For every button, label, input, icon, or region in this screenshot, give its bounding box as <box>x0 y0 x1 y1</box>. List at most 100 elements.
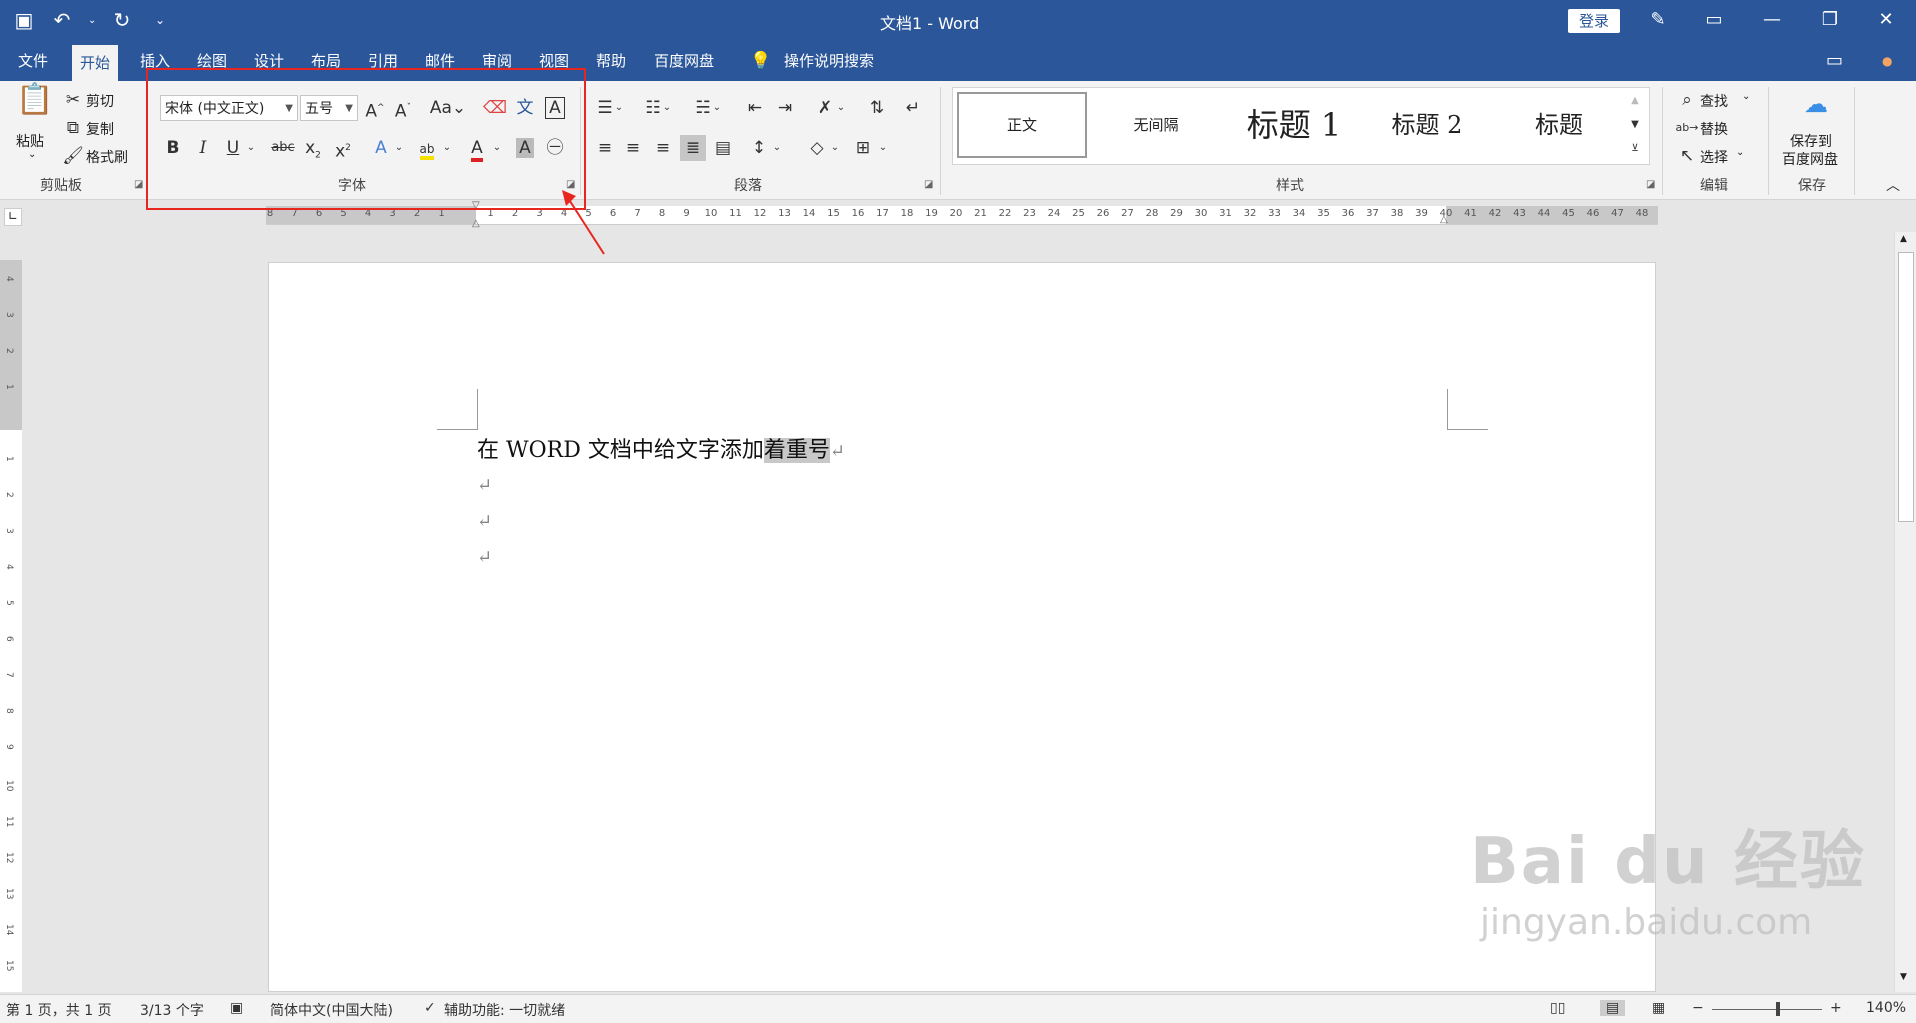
tab-baidu-netdisk[interactable]: 百度网盘 <box>646 41 722 81</box>
tab-help[interactable]: 帮助 <box>588 41 634 81</box>
tab-insert[interactable]: 插入 <box>132 41 178 81</box>
comments-icon[interactable]: ▭ <box>1818 41 1851 81</box>
line-spacing-dropdown-icon[interactable]: ⌄ <box>770 135 784 161</box>
paste-button[interactable]: 粘贴 <box>16 131 44 151</box>
paste-dropdown-icon[interactable]: ⌄ <box>28 149 36 160</box>
save-to-netdisk-line2[interactable]: 百度网盘 <box>1782 149 1838 169</box>
document-empty-line[interactable]: ↵ <box>477 472 492 497</box>
font-size-combo[interactable]: 五号 ▼ <box>300 95 358 121</box>
paragraph-launcher-icon[interactable]: ◪ <box>924 179 933 190</box>
style-normal[interactable]: 正文 <box>957 92 1087 158</box>
font-color-dropdown-icon[interactable]: ⌄ <box>490 135 504 161</box>
print-layout-icon[interactable]: ▤ <box>1600 1000 1626 1016</box>
right-indent-handle[interactable]: △ <box>1440 214 1448 225</box>
copy-button[interactable]: 复制 <box>86 119 114 139</box>
borders-dropdown-icon[interactable]: ⌄ <box>876 135 890 161</box>
phonetic-guide-icon[interactable]: 文 <box>512 95 538 121</box>
style-title[interactable]: 标题 <box>1497 92 1621 158</box>
styles-scroll-up-icon[interactable]: ▲ <box>1623 88 1647 112</box>
document-empty-line[interactable]: ↵ <box>477 544 492 569</box>
change-case-icon[interactable]: Aa⌄ <box>428 95 468 121</box>
coauthor-icon[interactable]: ✎ <box>1638 6 1678 34</box>
paste-icon[interactable]: 📋 <box>16 85 53 127</box>
decrease-indent-icon[interactable]: ⇤ <box>742 95 768 121</box>
tab-mailings[interactable]: 邮件 <box>417 41 463 81</box>
zoom-slider[interactable] <box>1712 1009 1822 1010</box>
undo-dropdown-icon[interactable]: ⌄ <box>88 15 96 26</box>
clipboard-launcher-icon[interactable]: ◪ <box>134 179 143 190</box>
text-effects-icon[interactable]: A <box>368 135 394 161</box>
styles-launcher-icon[interactable]: ◪ <box>1646 179 1655 190</box>
find-icon[interactable]: ⌕ <box>1674 87 1700 113</box>
align-right-icon[interactable]: ≡ <box>650 135 676 161</box>
proofing-icon[interactable]: ▣ <box>230 1000 243 1016</box>
underline-dropdown-icon[interactable]: ⌄ <box>244 135 258 161</box>
bullets-dropdown-icon[interactable]: ⌄ <box>612 95 626 121</box>
highlight-dropdown-icon[interactable]: ⌄ <box>440 135 454 161</box>
page-count[interactable]: 第 1 页，共 1 页 <box>6 1000 112 1020</box>
enclose-characters-icon[interactable]: ㊀ <box>542 135 568 161</box>
justify-icon[interactable]: ≣ <box>680 135 706 161</box>
web-layout-icon[interactable]: ▦ <box>1652 1000 1665 1016</box>
styles-scroll-down-icon[interactable]: ▼ <box>1623 112 1647 136</box>
collapse-ribbon-icon[interactable]: ︿ <box>1880 173 1906 199</box>
clear-formatting-icon[interactable]: ⌫ <box>482 95 508 121</box>
tab-design[interactable]: 设计 <box>246 41 292 81</box>
select-icon[interactable]: ↖ <box>1674 143 1700 169</box>
highlight-color-icon[interactable]: ab <box>414 135 440 161</box>
tab-references[interactable]: 引用 <box>360 41 406 81</box>
replace-icon[interactable]: ab→ <box>1674 115 1700 141</box>
styles-more-icon[interactable]: ⊻ <box>1623 136 1647 160</box>
first-line-indent-handle[interactable]: ▽ <box>472 200 480 211</box>
character-shading-icon[interactable]: A <box>512 135 538 161</box>
redo-icon[interactable]: ↻ <box>110 8 134 32</box>
tab-draw[interactable]: 绘图 <box>189 41 235 81</box>
find-dropdown-icon[interactable]: ⌄ <box>1742 91 1750 102</box>
scroll-up-icon[interactable]: ▲ <box>1900 234 1907 244</box>
align-center-icon[interactable]: ≡ <box>620 135 646 161</box>
tab-view[interactable]: 视图 <box>531 41 577 81</box>
borders-icon[interactable]: ⊞ <box>850 135 876 161</box>
italic-icon[interactable]: I <box>190 135 216 161</box>
tell-me-search[interactable]: 💡 操作说明搜索 <box>742 41 882 81</box>
select-dropdown-icon[interactable]: ⌄ <box>1736 147 1744 158</box>
underline-icon[interactable]: U <box>220 135 246 161</box>
grow-font-icon[interactable]: A^ <box>362 95 388 122</box>
tab-layout[interactable]: 布局 <box>303 41 349 81</box>
shrink-font-icon[interactable]: Aˇ <box>390 95 416 122</box>
accessibility-status[interactable]: 辅助功能: 一切就绪 <box>444 1000 565 1020</box>
vertical-scrollbar[interactable]: ▲ ▼ <box>1894 232 1916 992</box>
scroll-thumb[interactable] <box>1898 252 1914 522</box>
tab-home[interactable]: 开始 <box>72 45 119 81</box>
vertical-ruler[interactable]: 4 3 2 1 1 2 3 4 5 6 7 8 9 10 11 12 13 14 15 <box>0 260 22 992</box>
strikethrough-icon[interactable]: abc <box>268 135 298 161</box>
tab-review[interactable]: 审阅 <box>474 41 520 81</box>
replace-button[interactable]: 替换 <box>1700 119 1728 139</box>
select-button[interactable]: 选择 <box>1700 147 1728 167</box>
show-marks-icon[interactable]: ↵ <box>900 95 926 121</box>
distributed-icon[interactable]: ▤ <box>710 135 736 161</box>
zoom-slider-thumb[interactable] <box>1776 1002 1780 1016</box>
cut-button[interactable]: 剪切 <box>86 91 114 111</box>
language-status[interactable]: 简体中文(中国大陆) <box>270 1000 393 1020</box>
font-name-combo[interactable]: 宋体 (中文正文) ▼ <box>160 95 298 121</box>
bold-icon[interactable]: B <box>160 135 186 161</box>
find-button[interactable]: 查找 <box>1700 91 1728 111</box>
subscript-icon[interactable]: x2 <box>300 135 326 161</box>
zoom-in-icon[interactable]: + <box>1830 1000 1842 1016</box>
chinese-layout-dropdown-icon[interactable]: ⌄ <box>834 95 848 121</box>
superscript-icon[interactable]: x2 <box>330 135 356 162</box>
line-spacing-icon[interactable]: ↕ <box>746 135 772 161</box>
style-no-spacing[interactable]: 无间隔 <box>1093 92 1219 158</box>
close-icon[interactable]: ✕ <box>1866 6 1906 34</box>
restore-icon[interactable]: ❐ <box>1810 6 1850 34</box>
tab-file[interactable]: 文件 <box>10 41 56 81</box>
undo-icon[interactable]: ↶ <box>50 8 74 32</box>
cut-icon[interactable]: ✂ <box>60 87 86 113</box>
shading-icon[interactable]: ◇ <box>804 135 830 161</box>
numbering-dropdown-icon[interactable]: ⌄ <box>660 95 674 121</box>
document-page[interactable] <box>268 262 1656 992</box>
multilevel-dropdown-icon[interactable]: ⌄ <box>710 95 724 121</box>
scroll-down-icon[interactable]: ▼ <box>1900 972 1907 982</box>
document-line-1[interactable]: 在 WORD 文档中给文字添加着重号↵ <box>477 432 845 464</box>
